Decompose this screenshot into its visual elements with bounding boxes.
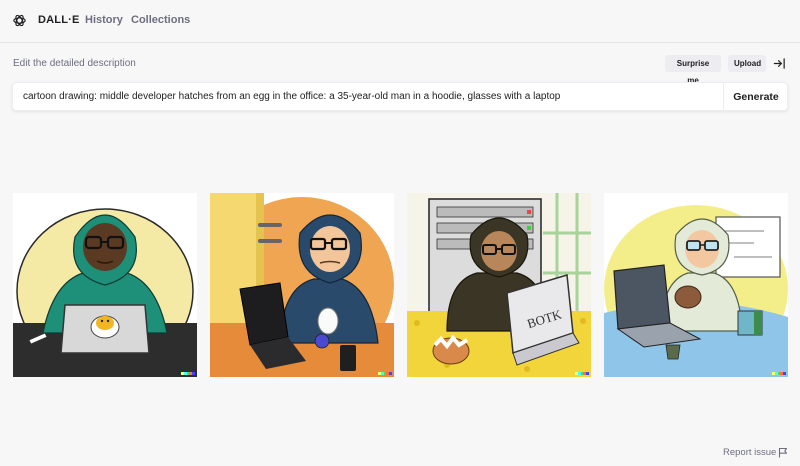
report-issue-link[interactable]: Report issue bbox=[723, 447, 776, 458]
results-grid: BOTK bbox=[0, 193, 800, 378]
generated-image-1[interactable] bbox=[13, 193, 197, 377]
openai-logo-icon[interactable] bbox=[12, 13, 27, 28]
surprise-me-button[interactable]: Surprise me bbox=[665, 55, 721, 85]
image-2-illustration bbox=[210, 193, 394, 377]
upload-button[interactable]: Upload bbox=[728, 55, 766, 72]
generated-image-3[interactable]: BOTK bbox=[407, 193, 591, 377]
dalle-signature bbox=[772, 372, 786, 375]
flag-icon[interactable] bbox=[778, 447, 788, 458]
collapse-sidebar-icon[interactable] bbox=[773, 57, 786, 70]
image-4-illustration bbox=[604, 193, 788, 377]
dalle-signature bbox=[575, 372, 589, 375]
prompt-input[interactable] bbox=[13, 83, 723, 110]
image-1-illustration bbox=[13, 193, 197, 377]
top-bar: DALL·E History Collections bbox=[0, 0, 800, 43]
generated-image-4[interactable] bbox=[604, 193, 788, 377]
nav-history[interactable]: History bbox=[85, 14, 123, 26]
prompt-box: Generate bbox=[12, 82, 788, 111]
dalle-signature bbox=[378, 372, 392, 375]
generated-image-2[interactable] bbox=[210, 193, 394, 377]
nav-collections[interactable]: Collections bbox=[131, 14, 190, 26]
brand-title[interactable]: DALL·E bbox=[38, 14, 80, 26]
edit-description-label: Edit the detailed description bbox=[13, 58, 136, 69]
image-3-illustration: BOTK bbox=[407, 193, 591, 377]
generate-button[interactable]: Generate bbox=[724, 83, 788, 110]
dalle-signature bbox=[181, 372, 195, 375]
